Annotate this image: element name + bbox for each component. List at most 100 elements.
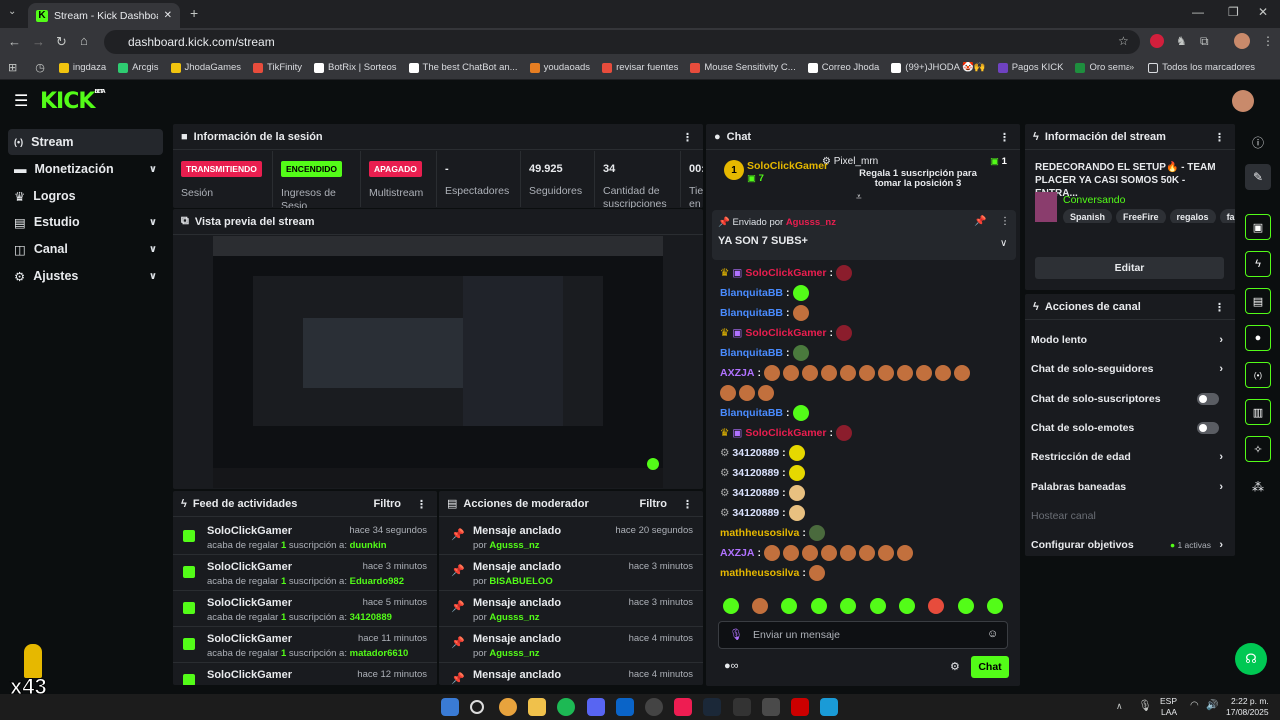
channel-action-row[interactable]: Configurar objetivos › ● 1 activas — [1031, 531, 1227, 556]
layout-button[interactable]: ▥ — [1245, 399, 1271, 425]
close-window-icon[interactable]: ✕ — [1258, 5, 1268, 19]
emoji-icon[interactable]: ☺ — [987, 628, 998, 640]
profile-avatar[interactable] — [1234, 33, 1250, 49]
kebab-menu-icon[interactable]: ⋮ — [1214, 131, 1225, 144]
mod-action-row[interactable]: 📌 Mensaje anclado hace 3 minutos por BISABU… — [439, 555, 703, 591]
mod-action-row[interactable]: 📌 Mensaje anclado hace 3 minutos por Agusss… — [439, 591, 703, 627]
chat-button[interactable]: ● — [1245, 325, 1271, 351]
more-bookmarks-icon[interactable]: » — [1129, 62, 1134, 73]
chat-username[interactable]: mathheusosilva — [720, 527, 799, 539]
edit-button[interactable]: Editar — [1035, 257, 1224, 279]
chat-message[interactable]: ⚙ 34120889: — [720, 504, 805, 522]
quick-emote-icon[interactable] — [869, 598, 886, 614]
search-icon[interactable] — [470, 700, 484, 714]
qr-button[interactable]: ▣ — [1245, 214, 1271, 240]
channel-action-row[interactable]: Chat de solo-emotes — [1031, 414, 1227, 442]
chat-message[interactable]: ♛ ▣ SoloClickGamer: — [720, 424, 852, 442]
browser-tab[interactable]: K Stream - Kick Dashboard ✕ — [28, 3, 180, 28]
browser-menu-icon[interactable]: ⋮ — [1262, 34, 1274, 48]
back-icon[interactable]: ← — [8, 34, 21, 49]
toggle-switch[interactable] — [1197, 421, 1219, 434]
kebab-menu-icon[interactable]: ⋮ — [1214, 301, 1225, 314]
bookmark-item[interactable]: (99+)JHODA 🤡🙌 — [891, 62, 986, 73]
bookmark-item[interactable]: revisar fuentes — [602, 62, 678, 73]
chat-message[interactable]: ♛ ▣ SoloClickGamer: — [720, 264, 852, 282]
filter-button[interactable]: Filtro — [374, 498, 402, 510]
category-name[interactable]: Conversando — [1063, 194, 1125, 206]
app-blue-icon[interactable] — [820, 698, 838, 716]
home-icon[interactable]: ⌂ — [80, 33, 88, 48]
windows-start-icon[interactable] — [441, 698, 459, 716]
tray-chevron-icon[interactable]: ∧ — [1116, 701, 1123, 712]
app-icon[interactable] — [762, 698, 780, 716]
volume-icon[interactable]: 🔊 — [1206, 700, 1218, 711]
chat-username[interactable]: BlanquitaBB — [720, 347, 783, 359]
quick-emote-icon[interactable] — [810, 598, 827, 614]
outlook-icon[interactable] — [616, 698, 634, 716]
quick-emote-icon[interactable] — [781, 598, 798, 614]
chat-username[interactable]: mathheusosilva — [720, 567, 799, 579]
channel-action-row[interactable]: Chat de solo-suscriptores — [1031, 385, 1227, 413]
chat-message[interactable]: BlanquitaBB: — [720, 284, 809, 302]
chat-username[interactable]: BlanquitaBB — [720, 287, 783, 299]
bookmark-item[interactable]: youdaoads — [529, 62, 590, 73]
kebab-menu-icon[interactable]: ⋮ — [682, 131, 693, 144]
tiktok-icon[interactable] — [674, 698, 692, 716]
chat-message[interactable]: BlanquitaBB: — [720, 404, 809, 422]
mic-icon[interactable]: 🎙 — [729, 628, 743, 641]
broadcast-button[interactable]: (•) — [1245, 362, 1271, 388]
chat-username[interactable]: SoloClickGamer — [745, 267, 826, 279]
feed-target-user[interactable]: duunkin — [350, 540, 387, 551]
chat-username[interactable]: 34120889 — [732, 507, 779, 519]
moderator-user[interactable]: BISABUELOO — [489, 576, 552, 587]
chat-message[interactable]: BlanquitaBB: — [720, 344, 809, 362]
hamburger-menu-icon[interactable]: ☰ — [14, 91, 28, 111]
stream-tag[interactable]: Spanish — [1063, 209, 1113, 223]
stream-tag[interactable]: regalos — [1169, 209, 1216, 223]
tools-button[interactable]: ✧ — [1245, 436, 1271, 462]
channel-action-row[interactable]: Restricción de edad › — [1031, 443, 1227, 471]
clipboard-button[interactable]: ▤ — [1245, 288, 1271, 314]
kick-chat-points-icon[interactable]: ●∞ — [724, 660, 739, 672]
moderator-user[interactable]: Agusss_nz — [489, 648, 539, 659]
lightning-button[interactable]: ϟ — [1245, 251, 1271, 277]
nav-monetizacion[interactable]: ▬ Monetización ∨ — [8, 156, 163, 182]
kebab-menu-icon[interactable]: ⋮ — [999, 131, 1010, 144]
chat-message[interactable]: AXZJA: — [720, 544, 913, 562]
minimize-icon[interactable]: — — [1192, 5, 1204, 19]
bookmark-item[interactable]: Oro semana Jhoda -... — [1075, 62, 1129, 73]
mod-action-row[interactable]: 📌 Mensaje anclado hace 4 minutos — [439, 663, 703, 685]
extension-record-icon[interactable] — [1150, 34, 1164, 48]
chrome-icon[interactable] — [499, 698, 517, 716]
chat-message[interactable]: BlanquitaBB: — [720, 304, 809, 322]
bookmark-item[interactable]: BotRix | Sorteos — [314, 62, 397, 73]
bookmark-item[interactable]: Pagos KICK — [997, 62, 1063, 73]
edit-pencil-button[interactable]: ✎ — [1245, 164, 1271, 190]
nav-canal[interactable]: ◫ Canal ∨ — [8, 236, 163, 262]
chat-username[interactable]: SoloClickGamer — [745, 327, 826, 339]
feed-row[interactable]: SoloClickGamer hace 5 minutos acaba de reg… — [173, 591, 437, 627]
info-icon[interactable]: ⓘ — [1252, 134, 1264, 151]
kick-logo[interactable]: KICKBETA — [40, 89, 106, 114]
feed-target-user[interactable]: 34120889 — [350, 612, 392, 623]
chat-message[interactable]: mathheusosilva: — [720, 564, 825, 582]
quick-emote-icon[interactable] — [957, 598, 974, 614]
capcut-icon[interactable] — [733, 698, 751, 716]
tab-search-icon[interactable]: ⌄ — [8, 6, 16, 17]
chat-settings-icon[interactable]: ⚙ — [950, 660, 960, 673]
history-icon[interactable]: ◷ — [35, 61, 45, 74]
apps-grid-icon[interactable]: ⊞ — [8, 61, 17, 74]
new-tab-icon[interactable]: + — [190, 5, 198, 21]
chat-username[interactable]: 34120889 — [732, 467, 779, 479]
shapes-icon[interactable]: ⁂ — [1252, 480, 1264, 494]
channel-action-row[interactable]: Chat de solo-seguidores › — [1031, 355, 1227, 383]
moderator-user[interactable]: Agusss_nz — [489, 540, 539, 551]
bookmark-item[interactable]: TikFinity — [253, 62, 302, 73]
quick-emote-icon[interactable] — [899, 598, 916, 614]
obs-icon[interactable] — [645, 698, 663, 716]
stream-tag[interactable]: farlig — [1219, 209, 1235, 223]
chat-message[interactable]: ⚙ 34120889: — [720, 464, 805, 482]
bookmark-star-icon[interactable]: ☆ — [1118, 34, 1129, 48]
chat-username[interactable]: BlanquitaBB — [720, 307, 783, 319]
chat-input[interactable]: 🎙 Enviar un mensaje ☺ — [718, 621, 1008, 649]
